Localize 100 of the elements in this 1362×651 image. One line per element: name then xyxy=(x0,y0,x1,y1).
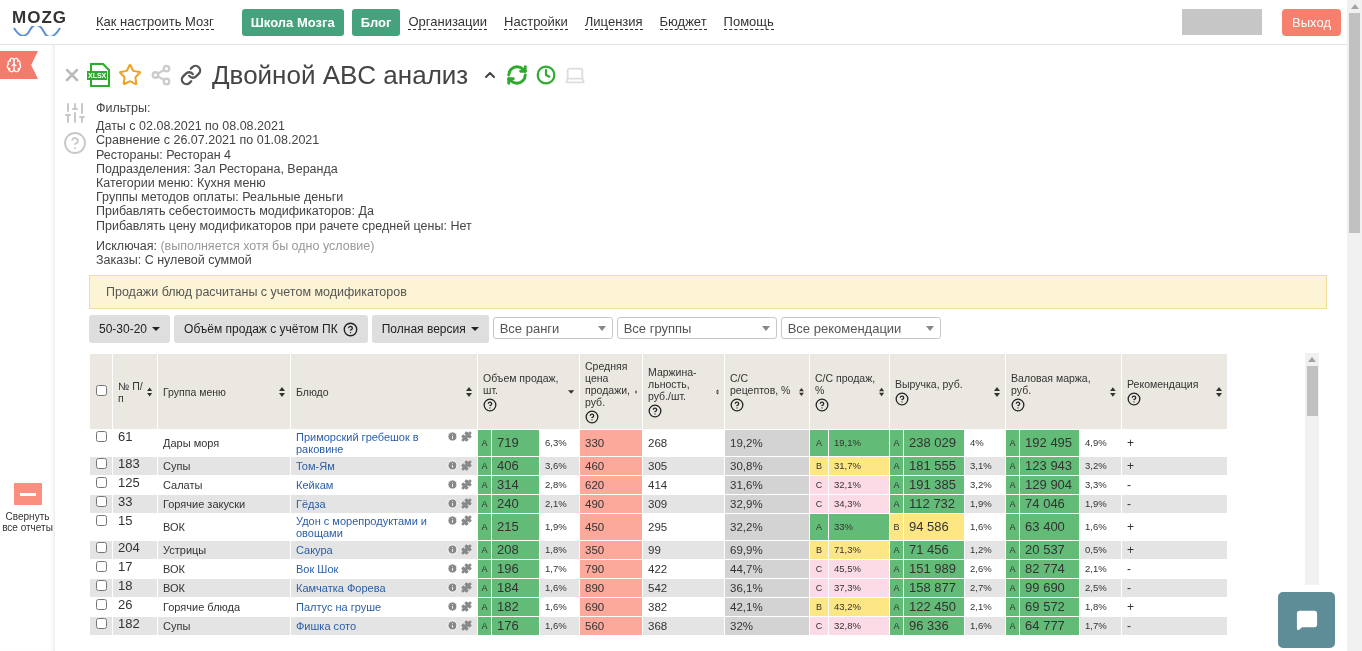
puzzle-icon[interactable] xyxy=(461,479,472,491)
puzzle-icon[interactable] xyxy=(461,431,472,443)
logo[interactable]: MOZG xyxy=(12,8,67,28)
filter-line: Рестораны: Ресторан 4 xyxy=(96,147,233,162)
row-checkbox[interactable] xyxy=(95,431,107,443)
table-cell: 295 xyxy=(642,513,725,541)
column-header[interactable]: № П/п xyxy=(112,353,158,430)
column-header[interactable]: Валовая маржа, руб. xyxy=(1005,353,1122,430)
sliders-icon[interactable] xyxy=(63,101,87,125)
sort-icon[interactable] xyxy=(1216,386,1223,397)
info-icon[interactable] xyxy=(447,479,458,491)
row-checkbox[interactable] xyxy=(95,542,107,554)
sort-icon[interactable] xyxy=(994,386,1001,397)
dish-link[interactable]: Вок Шок xyxy=(296,563,339,576)
nav-link[interactable]: Как настроить Мозг xyxy=(96,14,214,30)
column-header[interactable]: Группа меню xyxy=(157,353,291,430)
info-icon[interactable] xyxy=(447,544,458,556)
nav-link[interactable]: Бюджет xyxy=(659,14,707,30)
help-icon[interactable] xyxy=(1011,397,1026,412)
filter-line: Сравнение с 26.07.2021 по 01.08.2021 xyxy=(96,133,321,148)
dish-link[interactable]: Том-Ям xyxy=(296,460,335,473)
row-checkbox[interactable] xyxy=(95,561,107,573)
puzzle-icon[interactable] xyxy=(461,498,472,510)
column-header[interactable]: С/С продаж, % xyxy=(809,353,890,430)
puzzle-icon[interactable] xyxy=(461,515,472,527)
row-checkbox[interactable] xyxy=(95,599,107,611)
page-scrollbar[interactable] xyxy=(1347,0,1362,651)
brain-icon xyxy=(6,57,22,73)
column-header[interactable]: Средняя цена продажи, руб. xyxy=(579,353,643,430)
puzzle-icon[interactable] xyxy=(461,460,472,472)
column-header[interactable]: Выручка, руб. xyxy=(889,353,1006,430)
info-icon[interactable] xyxy=(447,563,458,575)
dropdown-button[interactable]: 50-30-20 xyxy=(89,315,171,344)
nav-link[interactable]: Помощь xyxy=(723,14,774,30)
sort-icon[interactable] xyxy=(466,386,472,397)
sort-icon[interactable] xyxy=(1110,386,1117,397)
info-icon[interactable] xyxy=(447,582,458,594)
chat-button[interactable] xyxy=(1278,592,1335,648)
info-icon[interactable] xyxy=(447,515,458,527)
puzzle-icon[interactable] xyxy=(461,582,472,594)
dish-link[interactable]: Кейкам xyxy=(296,479,334,492)
sort-down-icon[interactable] xyxy=(567,389,575,394)
star-icon[interactable] xyxy=(118,63,142,87)
puzzle-icon[interactable] xyxy=(461,544,472,556)
help-icon[interactable] xyxy=(648,403,663,418)
row-checkbox[interactable] xyxy=(95,458,107,470)
column-header[interactable]: Рекомендация xyxy=(1121,353,1228,430)
info-icon[interactable] xyxy=(447,620,458,632)
help-icon[interactable] xyxy=(483,397,497,412)
table-cell: 268 xyxy=(642,429,725,457)
collapse-button[interactable] xyxy=(13,483,42,505)
dish-link[interactable]: Сакура xyxy=(296,544,333,557)
help-icon[interactable] xyxy=(585,409,600,424)
info-icon[interactable] xyxy=(447,498,458,510)
toggle-button[interactable]: Объём продаж с учётом ПК xyxy=(174,315,368,344)
dropdown-button[interactable]: Полная версия xyxy=(371,315,489,344)
filter-line: Категории меню: Кухня меню xyxy=(96,176,267,191)
collapse-label: Свернуть все отчеты xyxy=(1,511,54,533)
help-icon[interactable] xyxy=(1127,391,1142,406)
sort-icon[interactable] xyxy=(716,386,720,397)
report-title: Двойной ABC анализ xyxy=(212,59,469,91)
nav-link[interactable]: Настройки xyxy=(504,14,568,30)
nav-link[interactable]: Организации xyxy=(408,14,488,30)
row-checkbox[interactable] xyxy=(95,496,107,508)
help-icon[interactable] xyxy=(815,397,830,412)
brain-ribbon[interactable] xyxy=(0,51,38,79)
nav-link[interactable]: Лицензия xyxy=(584,14,643,30)
column-header[interactable]: С/С рецептов, % xyxy=(724,353,810,430)
row-checkbox[interactable] xyxy=(95,477,107,489)
row-checkbox[interactable] xyxy=(95,515,107,527)
clock-icon[interactable] xyxy=(536,65,557,85)
info-icon[interactable] xyxy=(447,460,458,472)
scrollbar[interactable] xyxy=(1305,353,1320,586)
sort-icon[interactable] xyxy=(878,386,885,397)
notice-banner: Продажи блюд расчитаны с учетом модификаторов xyxy=(89,275,1327,310)
column-header[interactable]: Маржина-льность, руб./шт. xyxy=(642,353,725,430)
column-header[interactable]: Блюдо xyxy=(290,353,478,430)
table-cell: 19,2% xyxy=(724,429,810,457)
row-checkbox[interactable] xyxy=(95,580,107,592)
select-field[interactable]: Все ранги xyxy=(492,317,613,340)
info-icon[interactable] xyxy=(447,601,458,613)
filter-line: Подразделения: Зал Ресторана, Веранда xyxy=(96,161,339,176)
sort-icon[interactable] xyxy=(799,386,805,397)
refresh-icon[interactable] xyxy=(506,64,529,86)
info-icon[interactable] xyxy=(447,431,458,443)
puzzle-icon[interactable] xyxy=(461,563,472,575)
puzzle-icon[interactable] xyxy=(461,620,472,632)
select-field[interactable]: Все рекомендации xyxy=(780,317,941,340)
select-all-checkbox[interactable] xyxy=(95,385,107,397)
sort-icon[interactable] xyxy=(146,386,152,397)
help-icon[interactable] xyxy=(730,397,745,412)
column-header[interactable]: Объем продаж, шт. xyxy=(477,353,580,430)
help-icon[interactable] xyxy=(895,391,910,406)
link-icon[interactable] xyxy=(180,64,202,86)
dish-link[interactable]: Гёдза xyxy=(296,498,326,511)
help-icon[interactable] xyxy=(342,321,358,337)
puzzle-icon[interactable] xyxy=(461,601,472,613)
select-field[interactable]: Все группы xyxy=(616,317,777,340)
sort-icon[interactable] xyxy=(279,386,285,397)
row-checkbox[interactable] xyxy=(95,618,107,630)
